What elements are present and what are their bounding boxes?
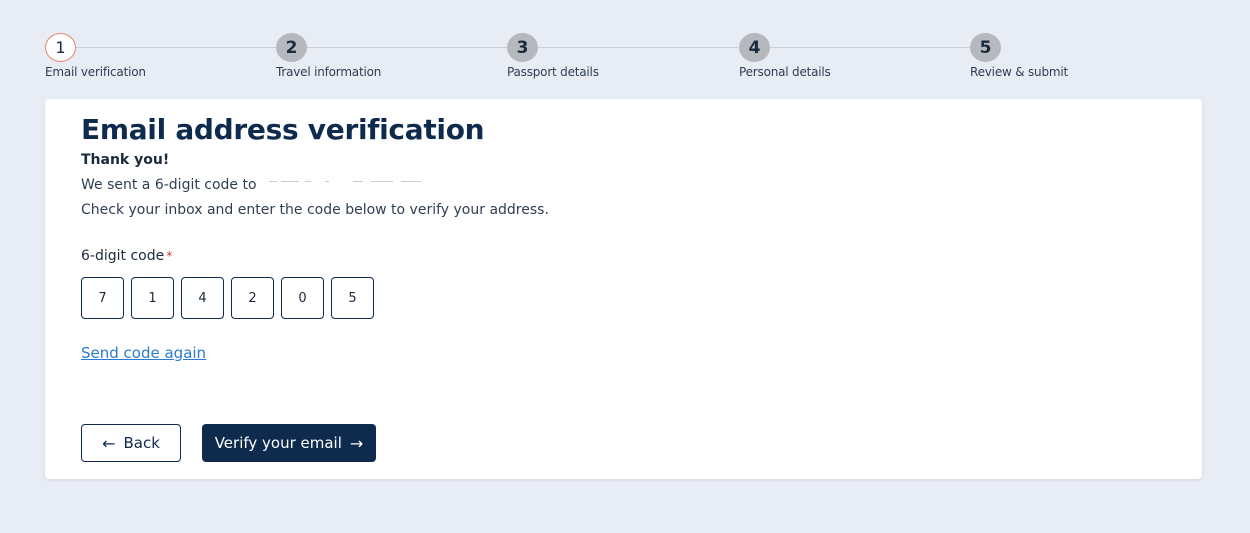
step-label: Review & submit	[970, 65, 1069, 79]
code-digit-input-6[interactable]: 5	[331, 277, 374, 319]
step-number: 4	[739, 33, 770, 62]
code-sent-prefix: We sent a 6-digit code to	[81, 177, 257, 193]
arrow-right-icon: →	[349, 433, 364, 453]
step-number: 2	[276, 33, 307, 62]
code-digit-input-2[interactable]: 1	[131, 277, 174, 319]
code-sent-message: We sent a 6-digit code to	[81, 177, 491, 193]
step-travel-information: 2 Travel information	[276, 33, 476, 79]
step-number: 1	[45, 33, 76, 62]
back-button-label: Back	[123, 434, 160, 452]
step-personal-details: 4 Personal details	[739, 33, 939, 79]
verification-card: Email address verification Thank you! We…	[45, 99, 1202, 479]
step-review-submit: 5 Review & submit	[970, 33, 1170, 79]
code-digit-input-3[interactable]: 4	[181, 277, 224, 319]
arrow-left-icon: ←	[102, 433, 116, 453]
page-title: Email address verification	[81, 113, 485, 146]
step-label: Email verification	[45, 65, 146, 79]
code-digit-input-4[interactable]: 2	[231, 277, 274, 319]
step-label: Travel information	[276, 65, 382, 79]
code-digit-input-5[interactable]: 0	[281, 277, 324, 319]
code-field-label: 6-digit code *	[81, 248, 172, 264]
code-input-group: 7 1 4 2 0 5	[81, 277, 374, 319]
thank-you-heading: Thank you!	[81, 152, 170, 168]
back-button[interactable]: ← Back	[81, 424, 181, 462]
redacted-email	[261, 178, 491, 192]
step-number: 3	[507, 33, 538, 62]
step-label: Passport details	[507, 65, 599, 79]
step-passport-details: 3 Passport details	[507, 33, 707, 79]
send-code-again-link[interactable]: Send code again	[81, 344, 206, 362]
instructions-text: Check your inbox and enter the code belo…	[81, 202, 549, 218]
required-marker: *	[166, 249, 173, 263]
code-digit-input-1[interactable]: 7	[81, 277, 124, 319]
verify-button-label: Verify your email	[214, 434, 342, 452]
step-number: 5	[970, 33, 1001, 62]
code-label-text: 6-digit code	[81, 248, 165, 264]
step-email-verification: 1 Email verification	[45, 33, 245, 79]
step-label: Personal details	[739, 65, 831, 79]
verify-email-button[interactable]: Verify your email →	[202, 424, 376, 462]
progress-stepper: 1 Email verification 2 Travel informatio…	[45, 33, 1205, 83]
